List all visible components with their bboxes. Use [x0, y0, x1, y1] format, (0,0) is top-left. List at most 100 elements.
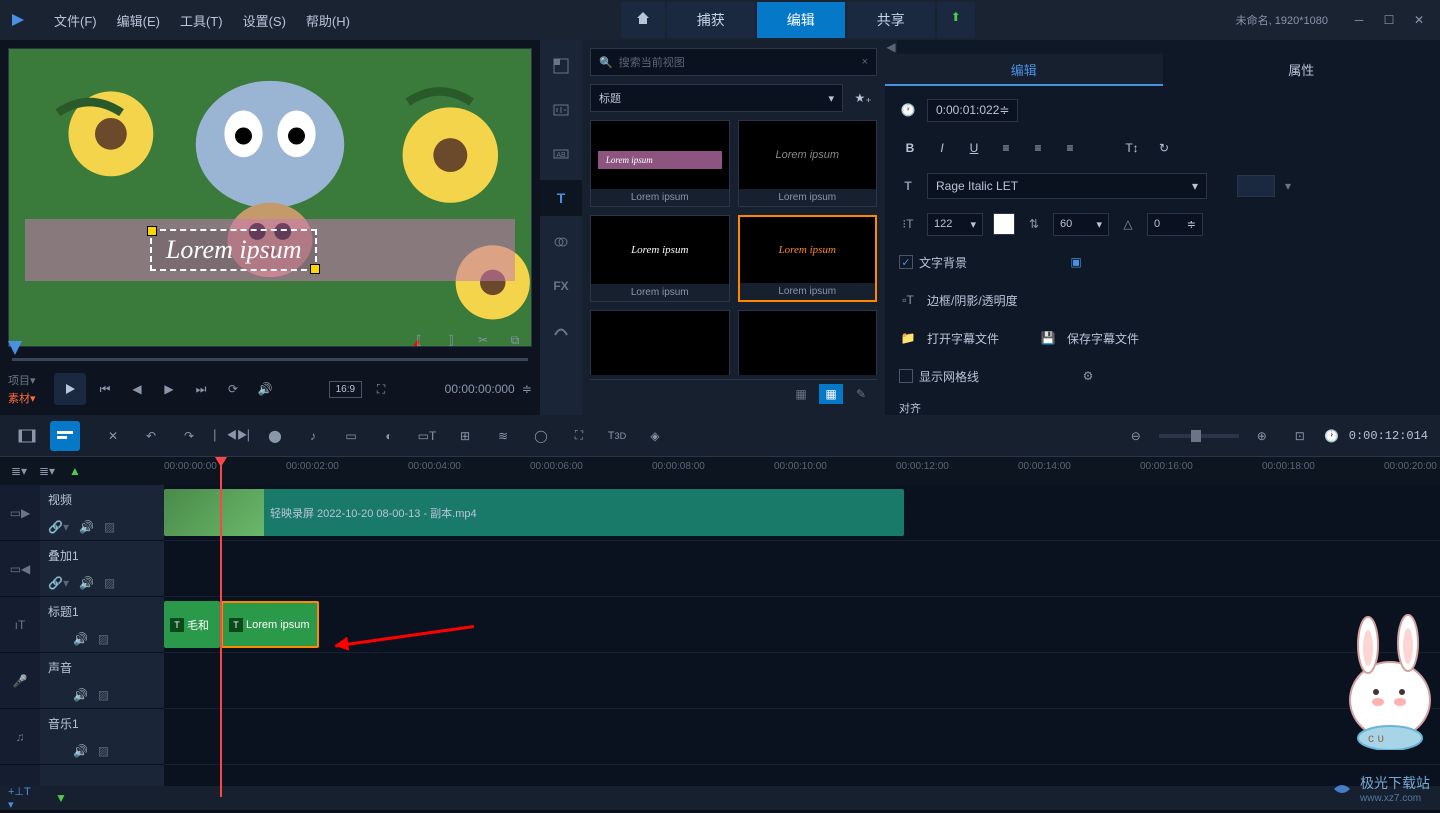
show-grid-checkbox[interactable]: 显示网格线 [899, 368, 979, 385]
lib-edit-icon[interactable]: ✎ [849, 384, 873, 404]
align-right-button[interactable]: ≡ [1059, 137, 1081, 159]
track-icon-voice[interactable]: 🎤 [0, 653, 40, 709]
track-row-voice[interactable] [164, 653, 1440, 709]
tl-story-mode[interactable] [12, 421, 42, 451]
tl-timeline-mode[interactable] [50, 421, 80, 451]
track-icon-video[interactable]: ▭▶ [0, 485, 40, 541]
font-size-input[interactable]: 122▾ [927, 213, 983, 236]
mute-icon[interactable]: 🔊 [79, 576, 94, 590]
props-tab-edit[interactable]: 编辑 [885, 54, 1163, 86]
mark-in-icon[interactable]: ⟦ [406, 327, 432, 353]
lib-tab-path[interactable] [540, 312, 582, 348]
tl-scroll-down[interactable]: ▼ [46, 783, 76, 813]
lock-icon[interactable]: ▨ [98, 632, 109, 646]
clip-title-2[interactable]: TLorem ipsum [221, 601, 319, 648]
border-shadow-button[interactable]: 边框/阴影/透明度 [927, 292, 1018, 309]
track-row-title[interactable]: T毛和 TLorem ipsum [164, 597, 1440, 653]
scrub-marker[interactable] [8, 341, 22, 355]
lib-tab-overlay[interactable] [540, 224, 582, 260]
mute-icon[interactable]: 🔊 [73, 744, 88, 758]
lock-icon[interactable]: ▨ [104, 576, 115, 590]
grid-settings-icon[interactable]: ⚙ [1079, 367, 1097, 385]
project-mode-label[interactable]: 项目▾ [8, 372, 48, 388]
minimize-button[interactable]: ─ [1346, 7, 1372, 33]
cut-icon[interactable]: ✂ [470, 327, 496, 353]
panel-collapse-left[interactable]: ◀ [885, 40, 897, 54]
text-bg-checkbox[interactable]: 文字背景 [899, 254, 967, 271]
direction-button[interactable]: ↻ [1153, 137, 1175, 159]
lib-view-grid[interactable]: ▦ [819, 384, 843, 404]
link-icon[interactable]: 🔗▾ [48, 576, 69, 590]
tl-tool-auto[interactable]: ▭ [336, 421, 366, 451]
zoom-in-button[interactable]: ⊕ [1247, 421, 1277, 451]
fullscreen-icon[interactable]: ⛶ [368, 376, 394, 402]
lib-thumb-5[interactable]: Lorem | ipsum [738, 310, 878, 375]
clip-mode-label[interactable]: 素材▾ [8, 390, 48, 406]
track-header-music[interactable]: 音乐1 🔗🔊▨ [40, 709, 164, 765]
loop-button[interactable]: ⟳ [220, 376, 246, 402]
underline-button[interactable]: U [963, 137, 985, 159]
duration-input[interactable]: 0:00:01:022≑ [927, 99, 1018, 122]
vertical-text-button[interactable]: T↕ [1121, 137, 1143, 159]
zoom-slider[interactable] [1159, 434, 1239, 438]
snapshot-icon[interactable]: ⧉ [502, 327, 528, 353]
tl-tool-mixer[interactable]: ✕ [98, 421, 128, 451]
tl-tool-subtitle[interactable]: ▭T [412, 421, 442, 451]
track-icon-title[interactable]: ıT [0, 597, 40, 653]
track-icon-music[interactable]: ♫ [0, 709, 40, 765]
clip-title-1[interactable]: T毛和 [164, 601, 220, 648]
tl-tool-crop[interactable]: ⛶ [564, 421, 594, 451]
lib-tab-sound[interactable] [540, 92, 582, 128]
track-icon-overlay[interactable]: ▭◀ [0, 541, 40, 597]
track-header-overlay[interactable]: 叠加1 🔗▾🔊▨ [40, 541, 164, 597]
lock-icon[interactable]: ▨ [98, 744, 109, 758]
go-start-button[interactable]: ⏮ [92, 376, 118, 402]
lib-tab-transition[interactable]: AB [540, 136, 582, 172]
lib-thumb-1[interactable]: Lorem ipsum Lorem ipsum [738, 120, 878, 207]
menu-edit[interactable]: 编辑(E) [107, 3, 170, 38]
track-row-music[interactable] [164, 709, 1440, 765]
maximize-button[interactable]: ☐ [1376, 7, 1402, 33]
tl-tool-marker[interactable]: ⎸◀▶⎸ [222, 421, 252, 451]
tl-tool-motion[interactable]: ◯ [526, 421, 556, 451]
font-dropdown[interactable]: Rage Italic LET▾ [927, 173, 1207, 199]
library-search-input[interactable]: 🔍 搜索当前视图 × [590, 48, 877, 76]
timeline-ruler[interactable]: 00:00:00:0000:00:02:0000:00:04:0000:00:0… [164, 457, 1440, 485]
export-button[interactable]: ⬆ [937, 2, 975, 38]
lib-tab-media[interactable] [540, 48, 582, 84]
lib-thumb-0[interactable]: Lorem ipsum Lorem ipsum [590, 120, 730, 207]
tl-tool-audio[interactable]: ♪ [298, 421, 328, 451]
track-row-video[interactable]: 轻映录屏 2022-10-20 08-00-13 - 副本.mp4 [164, 485, 1440, 541]
props-tab-attrs[interactable]: 属性 [1163, 54, 1440, 86]
align-center-button[interactable]: ≡ [1027, 137, 1049, 159]
close-button[interactable]: ✕ [1406, 7, 1432, 33]
lib-thumb-2[interactable]: Lorem ipsum Lorem ipsum [590, 215, 730, 302]
track-row-overlay[interactable] [164, 541, 1440, 597]
lib-thumb-4[interactable]: Lorem ipsum [590, 310, 730, 375]
clear-search-icon[interactable]: × [862, 56, 868, 68]
lib-thumb-3[interactable]: Lorem ipsum Lorem ipsum [738, 215, 878, 302]
library-category-dropdown[interactable]: 标题 ▾ [590, 84, 843, 112]
mute-icon[interactable]: 🔊 [73, 632, 88, 646]
bold-button[interactable]: B [899, 137, 921, 159]
tl-scroll-up[interactable]: ▲ [64, 461, 86, 481]
add-track-button[interactable]: +⊥T ▾ [8, 783, 38, 813]
tab-share[interactable]: 共享 [847, 2, 935, 38]
rotation-input[interactable]: 0≑ [1147, 213, 1203, 236]
tl-tool-redo[interactable]: ↷ [174, 421, 204, 451]
lib-tab-title[interactable]: T [540, 180, 582, 216]
leading-input[interactable]: 60▾ [1053, 213, 1109, 236]
title-text-box[interactable]: Lorem ipsum [150, 229, 318, 271]
play-button[interactable] [54, 373, 86, 405]
preview-viewport[interactable]: Lorem ipsum [8, 48, 532, 347]
aspect-ratio[interactable]: 16:9 [329, 381, 362, 398]
lib-view-list[interactable]: ▦ [789, 384, 813, 404]
menu-settings[interactable]: 设置(S) [233, 3, 296, 38]
preview-scrubber[interactable]: ⟦ ⟧ ✂ ⧉ [8, 347, 532, 371]
playhead[interactable] [220, 457, 222, 797]
link-icon[interactable]: 🔗▾ [48, 520, 69, 534]
go-end-button[interactable]: ⏭ [188, 376, 214, 402]
volume-button[interactable]: 🔊 [252, 376, 278, 402]
timeline-content[interactable]: 轻映录屏 2022-10-20 08-00-13 - 副本.mp4 T毛和 TL… [164, 485, 1440, 786]
mute-icon[interactable]: 🔊 [73, 688, 88, 702]
